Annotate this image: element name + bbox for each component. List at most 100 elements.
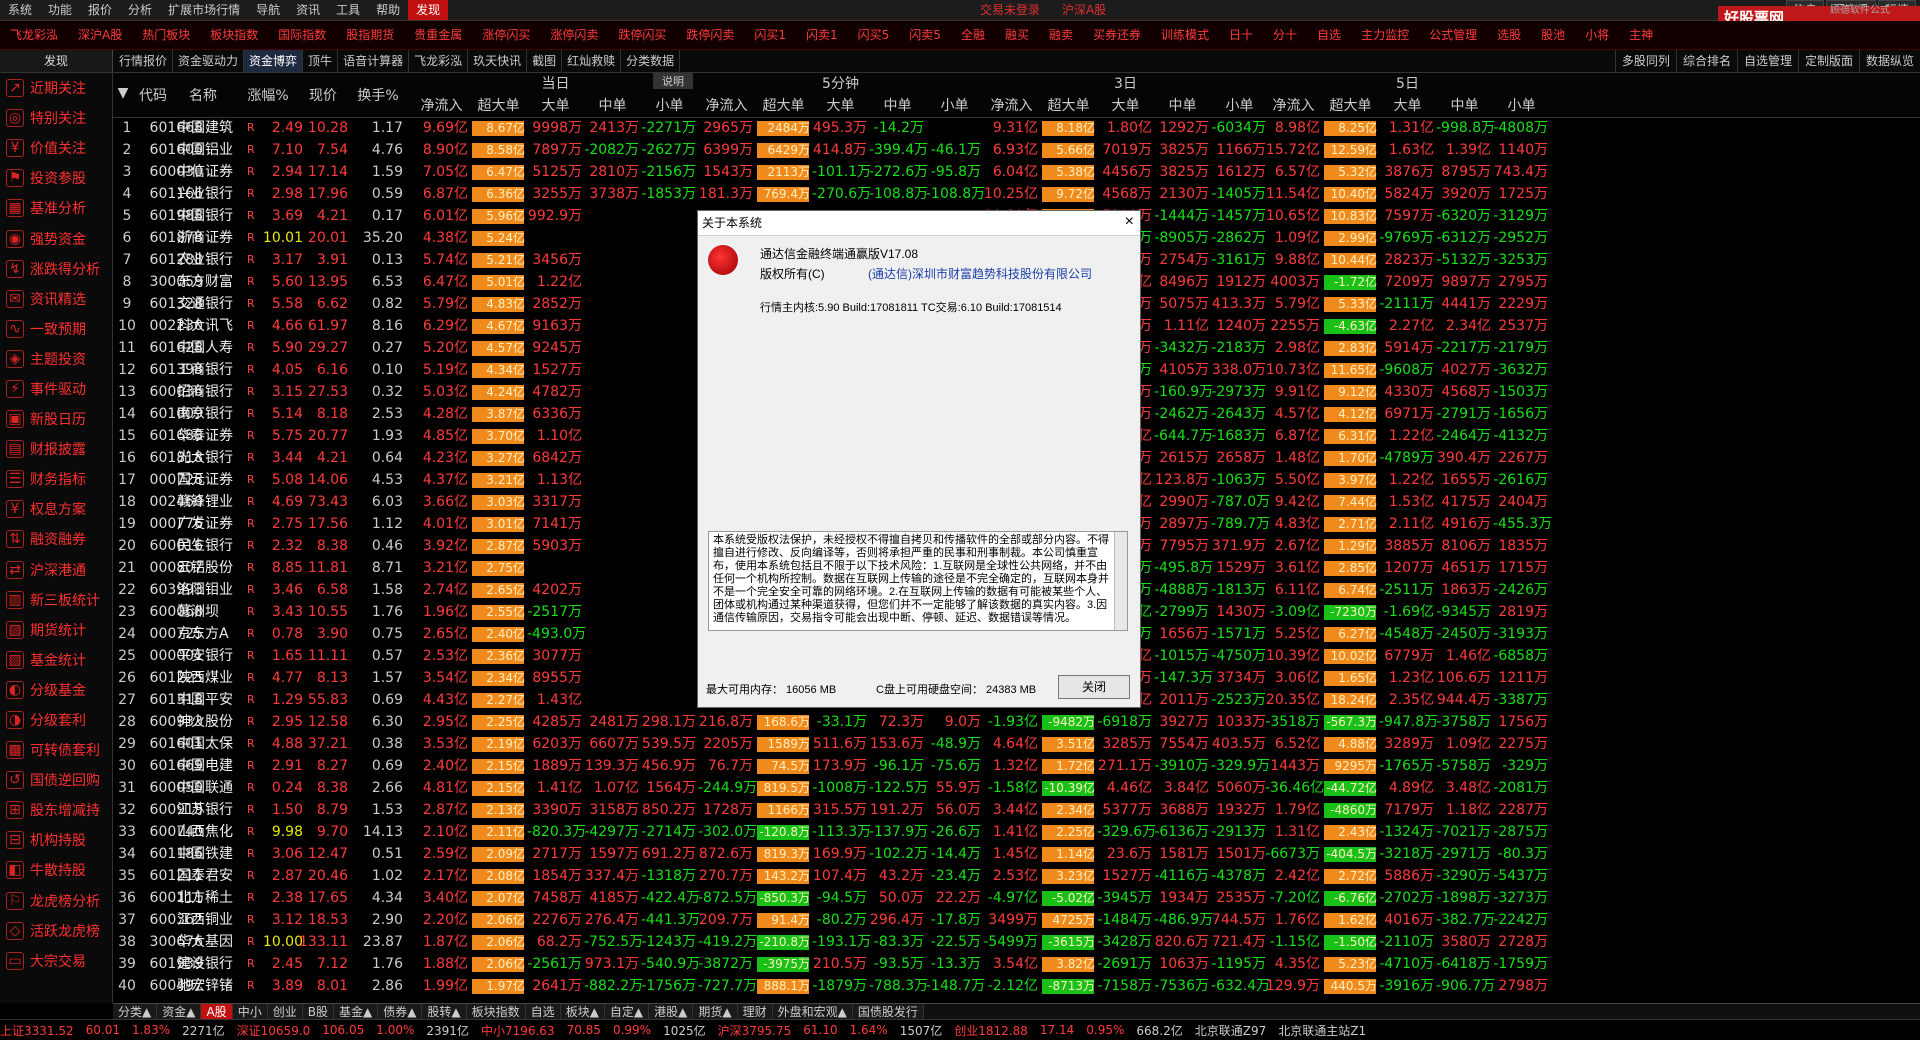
market-tab[interactable]: 板块▲ bbox=[560, 1004, 605, 1020]
menu-item[interactable]: 分析 bbox=[120, 0, 160, 20]
sub-header[interactable]: 中单 bbox=[584, 95, 641, 115]
func-button[interactable]: 分十 bbox=[1263, 21, 1307, 49]
menu-item[interactable]: 报价 bbox=[80, 0, 120, 20]
sidebar-item[interactable]: ⊟ 机构持股 bbox=[0, 825, 112, 855]
market-tab[interactable]: 资金▲ bbox=[157, 1004, 202, 1020]
sub-header[interactable]: 大单 bbox=[1379, 95, 1436, 115]
sidebar-item[interactable]: ▭ 大宗交易 bbox=[0, 946, 112, 976]
market-tab[interactable]: 理财 bbox=[737, 1004, 773, 1020]
sub-header[interactable]: 超大单 bbox=[1322, 95, 1379, 115]
func-button[interactable]: 公式管理 bbox=[1419, 21, 1487, 49]
func-button[interactable]: 跌停闪买 bbox=[608, 21, 676, 49]
menu-item[interactable]: 扩展市场行情 bbox=[160, 0, 248, 20]
func-button[interactable]: 买券还券 bbox=[1083, 21, 1151, 49]
func-button[interactable]: 闪卖5 bbox=[899, 21, 951, 49]
sub-header[interactable]: 超大单 bbox=[755, 95, 812, 115]
sub-header[interactable]: 大单 bbox=[1097, 95, 1154, 115]
market-tab[interactable]: A股 bbox=[201, 1004, 233, 1020]
sub-right-tab[interactable]: 定制版面 bbox=[1797, 50, 1859, 72]
sub-header[interactable]: 中单 bbox=[869, 95, 926, 115]
sub-header[interactable]: 大单 bbox=[527, 95, 584, 115]
sub-tab[interactable]: 截图 bbox=[527, 50, 563, 72]
sidebar-item[interactable]: ↗ 近期关注 bbox=[0, 73, 112, 103]
func-button[interactable]: 热门板块 bbox=[132, 21, 200, 49]
func-button[interactable]: 融卖 bbox=[1039, 21, 1083, 49]
table-row[interactable]: 34 601186 中国铁建 R 3.06 12.47 0.51 2.59亿 2.09亿 2717… bbox=[113, 843, 1920, 865]
func-button[interactable]: 深沪A股 bbox=[68, 21, 132, 49]
market-tab[interactable]: 分类▲ bbox=[113, 1004, 158, 1020]
func-button[interactable]: 涨停闪卖 bbox=[540, 21, 608, 49]
sidebar-item[interactable]: ▥ 新三板统计 bbox=[0, 585, 112, 615]
func-button[interactable]: 小将 bbox=[1575, 21, 1619, 49]
func-button[interactable]: 闪买1 bbox=[744, 21, 796, 49]
group-header[interactable]: 5日 bbox=[1265, 73, 1550, 93]
menu-item[interactable]: 功能 bbox=[40, 0, 80, 20]
sub-header[interactable]: 中单 bbox=[1436, 95, 1493, 115]
sidebar-item[interactable]: ∿ 一致预期 bbox=[0, 314, 112, 344]
sub-header[interactable]: 小单 bbox=[926, 95, 983, 115]
market-tab[interactable]: 期货▲ bbox=[693, 1004, 738, 1020]
close-button[interactable]: 关闭 bbox=[1058, 675, 1130, 699]
col-price[interactable]: 现价 bbox=[293, 85, 353, 105]
sidebar-item[interactable]: ▧ 期货统计 bbox=[0, 615, 112, 645]
market-tab[interactable]: 国债股发行 bbox=[852, 1004, 924, 1020]
sidebar-item[interactable]: ⚑ 投资参股 bbox=[0, 163, 112, 193]
func-button[interactable]: 主神 bbox=[1619, 21, 1663, 49]
sidebar-item[interactable]: ◇ 活跃龙虎榜 bbox=[0, 916, 112, 946]
sub-tab[interactable]: 飞龙彩泓 bbox=[409, 50, 469, 72]
sub-right-tab[interactable]: 数据纵览 bbox=[1858, 50, 1920, 72]
table-row[interactable]: 37 600362 江西铜业 R 3.12 18.53 2.90 2.20亿 2.06亿 2276… bbox=[113, 909, 1920, 931]
func-button[interactable]: 融买 bbox=[995, 21, 1039, 49]
sub-tab[interactable]: 资金驱动力 bbox=[173, 50, 245, 72]
func-button[interactable]: 跌停闪卖 bbox=[676, 21, 744, 49]
market-tab[interactable]: 中小 bbox=[232, 1004, 268, 1020]
sub-header[interactable]: 净流入 bbox=[983, 95, 1040, 115]
sidebar-item[interactable]: ¥ 价值关注 bbox=[0, 133, 112, 163]
sub-header[interactable]: 大单 bbox=[812, 95, 869, 115]
sub-header[interactable]: 净流入 bbox=[413, 95, 470, 115]
func-button[interactable]: 股池 bbox=[1531, 21, 1575, 49]
func-button[interactable]: 闪卖1 bbox=[796, 21, 848, 49]
sidebar-item[interactable]: ◎ 特别关注 bbox=[0, 103, 112, 133]
table-row[interactable]: 2 601600 中国铝业 R 7.10 7.54 4.76 8.90亿 8.58亿 7897万 -… bbox=[113, 139, 1920, 161]
sub-header[interactable]: 小单 bbox=[1211, 95, 1268, 115]
table-row[interactable]: 28 600933 神火股份 R 2.95 12.58 6.30 2.95亿 2.25亿 4285… bbox=[113, 711, 1920, 733]
sub-tab[interactable]: 顶牛 bbox=[303, 50, 339, 72]
table-row[interactable]: 31 600050 中国联通 R 0.24 8.38 2.66 4.81亿 2.15亿 1.41亿… bbox=[113, 777, 1920, 799]
sidebar-item[interactable]: ▦ 基准分析 bbox=[0, 193, 112, 223]
sidebar-item[interactable]: ▨ 基金统计 bbox=[0, 645, 112, 675]
market-tab[interactable]: 创业 bbox=[267, 1004, 303, 1020]
func-button[interactable]: 股指期货 bbox=[336, 21, 404, 49]
sub-right-tab[interactable]: 自选管理 bbox=[1736, 50, 1798, 72]
sidebar-item[interactable]: ¥ 权息方案 bbox=[0, 494, 112, 524]
func-button[interactable]: 训练模式 bbox=[1151, 21, 1219, 49]
table-row[interactable]: 40 600497 驰宏锌锗 R 3.89 8.01 2.86 1.99亿 1.97亿 2641万… bbox=[113, 975, 1920, 997]
sidebar-item[interactable]: ⚡ 事件驱动 bbox=[0, 374, 112, 404]
company-link[interactable]: (通达信)深圳市财富趋势科技股份有限公司 bbox=[868, 265, 1092, 282]
sub-header[interactable]: 超大单 bbox=[1040, 95, 1097, 115]
menu-item[interactable]: 工具 bbox=[328, 0, 368, 20]
sub-tab[interactable]: 分类数据 bbox=[621, 50, 681, 72]
license-scrollbar[interactable] bbox=[1114, 532, 1127, 630]
market-tab[interactable]: 股转▲ bbox=[422, 1004, 467, 1020]
sub-tab[interactable]: 资金博弈 bbox=[244, 50, 304, 72]
table-row[interactable]: 4 601166 兴业银行 R 2.98 17.96 0.59 6.87亿 6.36亿 3255万… bbox=[113, 183, 1920, 205]
table-row[interactable]: 36 600111 北方稀土 R 2.38 17.65 4.34 3.40亿 2.07亿 7458… bbox=[113, 887, 1920, 909]
market-tab[interactable]: 外盘和宏观▲ bbox=[772, 1004, 853, 1020]
sidebar-item[interactable]: ▣ 新股日历 bbox=[0, 404, 112, 434]
menu-item[interactable]: 系统 bbox=[0, 0, 40, 20]
sidebar-item[interactable]: ⇅ 融资融券 bbox=[0, 524, 112, 554]
table-row[interactable]: 30 601669 中国电建 R 2.91 8.27 0.69 2.40亿 2.15亿 1889万… bbox=[113, 755, 1920, 777]
sub-header[interactable]: 净流入 bbox=[698, 95, 755, 115]
table-row[interactable]: 32 600919 江苏银行 R 1.50 8.79 1.53 2.87亿 2.13亿 3390万… bbox=[113, 799, 1920, 821]
sub-tab[interactable]: 红灿救赎 bbox=[562, 50, 622, 72]
sidebar-item[interactable]: ◐ 分级基金 bbox=[0, 675, 112, 705]
sub-header[interactable]: 超大单 bbox=[470, 95, 527, 115]
sidebar-item[interactable]: ⇄ 沪深港通 bbox=[0, 555, 112, 585]
market-tab[interactable]: 债券▲ bbox=[378, 1004, 423, 1020]
func-button[interactable]: 贵重金属 bbox=[404, 21, 472, 49]
func-button[interactable]: 日十 bbox=[1219, 21, 1263, 49]
table-row[interactable]: 38 300676 华大基因 R 10.00 133.11 23.87 1.87亿 2.06亿 6… bbox=[113, 931, 1920, 953]
sub-right-tab[interactable]: 综合排名 bbox=[1675, 50, 1737, 72]
sub-right-tab[interactable]: 多股同列 bbox=[1614, 50, 1676, 72]
